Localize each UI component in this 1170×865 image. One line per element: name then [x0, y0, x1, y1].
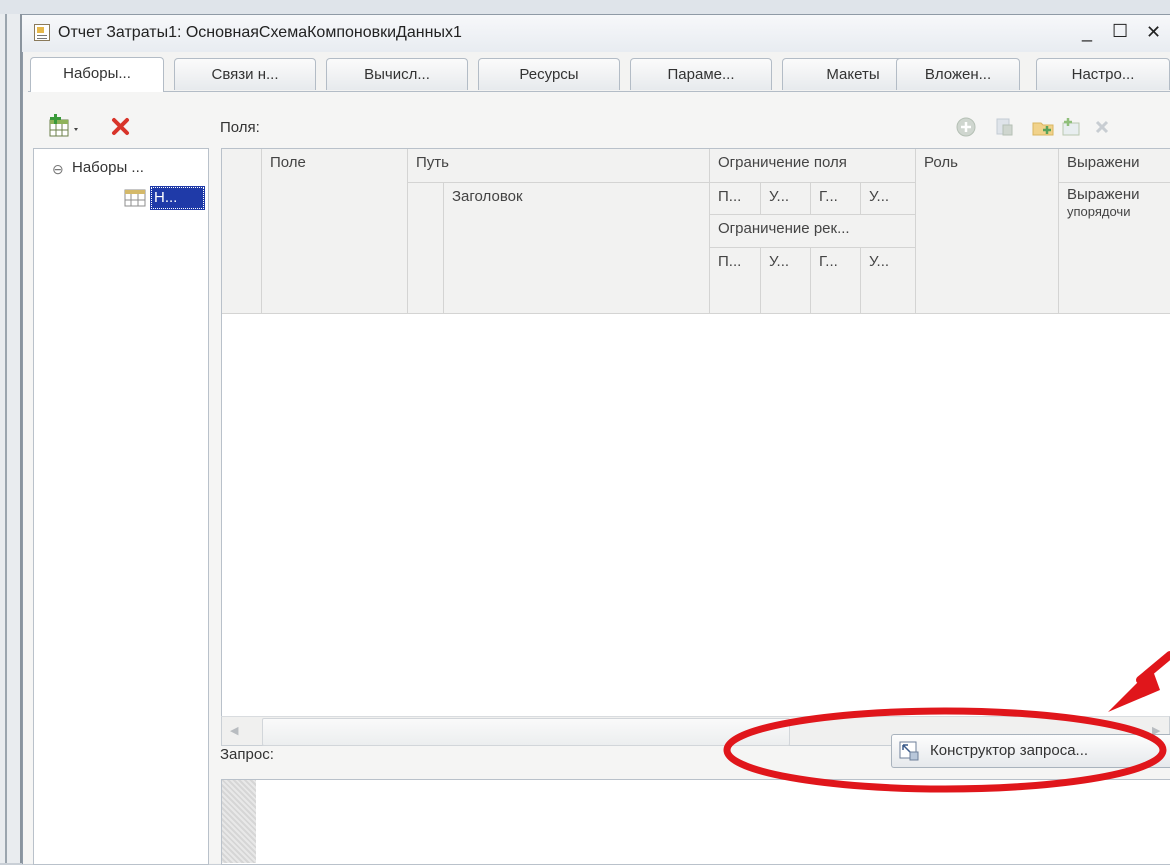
annotation-ellipse — [723, 707, 1167, 793]
annotation-overlay — [723, 651, 1170, 793]
tab-datasets[interactable]: Наборы... — [30, 57, 164, 92]
annotation-arrow-head — [1108, 668, 1160, 712]
